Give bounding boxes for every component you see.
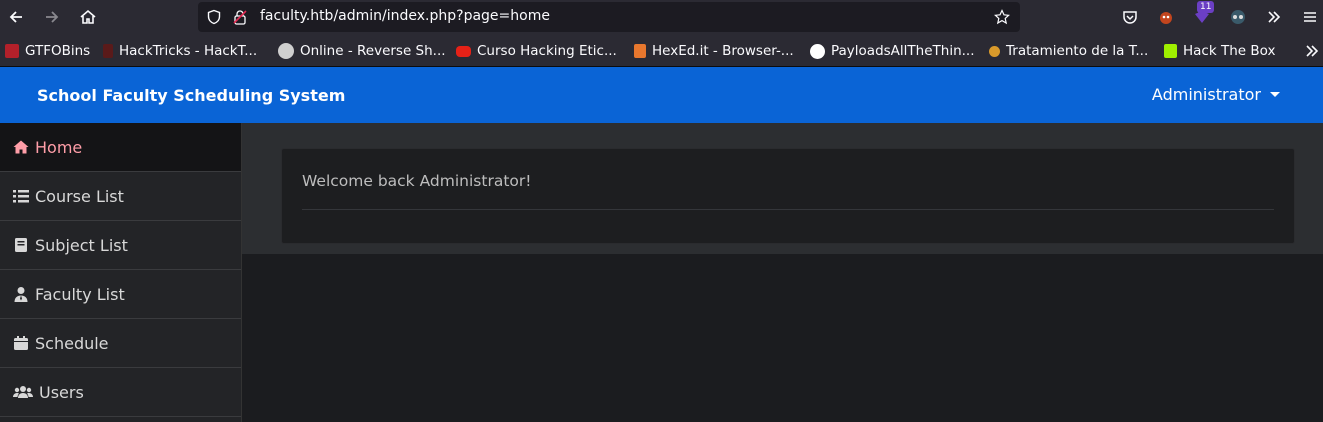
bookmark-favicon [989, 45, 1000, 57]
bookmark-label: Tratamiento de la T... [1006, 43, 1149, 59]
sidebar-item-users[interactable]: Users [0, 368, 241, 417]
sidebar-item-label: Subject List [35, 235, 128, 255]
bookmark-item[interactable]: HexEd.it - Browser-... [634, 42, 794, 60]
bookmarks-overflow-icon[interactable] [1303, 42, 1321, 60]
youtube-icon [456, 45, 471, 57]
extension-badge: 11 [1197, 1, 1215, 13]
content-lower-area [242, 254, 1323, 422]
user-tie-icon [13, 286, 29, 302]
bookmark-favicon [103, 44, 113, 58]
user-name: Administrator [1151, 85, 1261, 104]
caret-down-icon [1270, 92, 1280, 97]
sidebar-item-subject-list[interactable]: Subject List [0, 221, 241, 270]
sidebar-item-course-list[interactable]: Course List [0, 172, 241, 221]
bookmark-label: HackTricks - HackT... [119, 43, 258, 59]
insecure-lock-icon[interactable] [232, 9, 248, 25]
bookmark-item[interactable]: Hack The Box [1164, 42, 1275, 60]
bookmark-label: Curso Hacking Etic... [477, 43, 617, 59]
browser-toolbar: faculty.htb/admin/index.php?page=home 11 [0, 0, 1323, 34]
sidebar-item-label: Users [39, 382, 84, 402]
list-icon [13, 188, 29, 204]
welcome-message: Welcome back Administrator! [302, 172, 532, 190]
brand-title[interactable]: School Faculty Scheduling System [37, 86, 345, 105]
home-nav-icon[interactable] [77, 6, 99, 28]
bookmark-label: HexEd.it - Browser-... [652, 43, 794, 59]
address-bar[interactable]: faculty.htb/admin/index.php?page=home [198, 2, 1020, 32]
app-header: School Faculty Scheduling System Adminis… [0, 67, 1323, 123]
user-dropdown[interactable]: Administrator [1152, 85, 1280, 104]
sidebar-item-label: Schedule [35, 333, 109, 353]
bookmark-label: Online - Reverse Sh... [300, 43, 446, 59]
bookmark-label: Hack The Box [1183, 43, 1276, 59]
pocket-icon[interactable] [1121, 8, 1139, 26]
github-icon [810, 43, 825, 59]
bookmark-item[interactable]: Curso Hacking Etic... [456, 42, 617, 60]
extension-fox-icon[interactable] [1157, 8, 1175, 26]
skull-icon [278, 43, 294, 59]
calendar-icon [13, 335, 29, 351]
overflow-chevron-icon[interactable] [1265, 8, 1283, 26]
bookmark-item[interactable]: HackTricks - HackT... [103, 42, 257, 60]
users-icon [13, 384, 33, 400]
sidebar-item-schedule[interactable]: Schedule [0, 319, 241, 368]
html5-icon [634, 44, 646, 58]
hamburger-menu-icon[interactable] [1301, 8, 1319, 26]
welcome-card: Welcome back Administrator! [281, 148, 1295, 244]
card-divider [302, 209, 1274, 210]
back-icon[interactable] [5, 6, 27, 28]
sidebar: Home Course List Subject List Faculty Li… [0, 123, 242, 422]
sidebar-item-label: Course List [35, 186, 124, 206]
bookmark-item[interactable]: PayloadsAllTheThin... [810, 42, 975, 60]
bookmark-label: PayloadsAllTheThin... [831, 43, 975, 59]
sidebar-item-label: Faculty List [35, 284, 125, 304]
sidebar-item-label: Home [35, 137, 83, 157]
bookmark-item[interactable]: GTFOBins [5, 42, 90, 60]
bookmark-star-icon[interactable] [994, 9, 1010, 25]
sidebar-item-faculty-list[interactable]: Faculty List [0, 270, 241, 319]
extension-spy-icon[interactable] [1229, 8, 1247, 26]
bookmark-favicon [5, 44, 19, 58]
book-icon [13, 237, 29, 253]
bookmarks-bar: GTFOBins HackTricks - HackT... Online - … [0, 34, 1323, 67]
bookmark-label: GTFOBins [25, 43, 91, 59]
sidebar-item-home[interactable]: Home [0, 123, 241, 172]
hackthebox-icon [1164, 44, 1177, 58]
forward-icon[interactable] [41, 6, 63, 28]
url-text: faculty.htb/admin/index.php?page=home [260, 8, 550, 24]
bookmark-item[interactable]: Tratamiento de la T... [989, 42, 1148, 60]
home-icon [13, 139, 29, 155]
shield-icon[interactable] [206, 9, 222, 25]
bookmark-item[interactable]: Online - Reverse Sh... [278, 42, 446, 60]
